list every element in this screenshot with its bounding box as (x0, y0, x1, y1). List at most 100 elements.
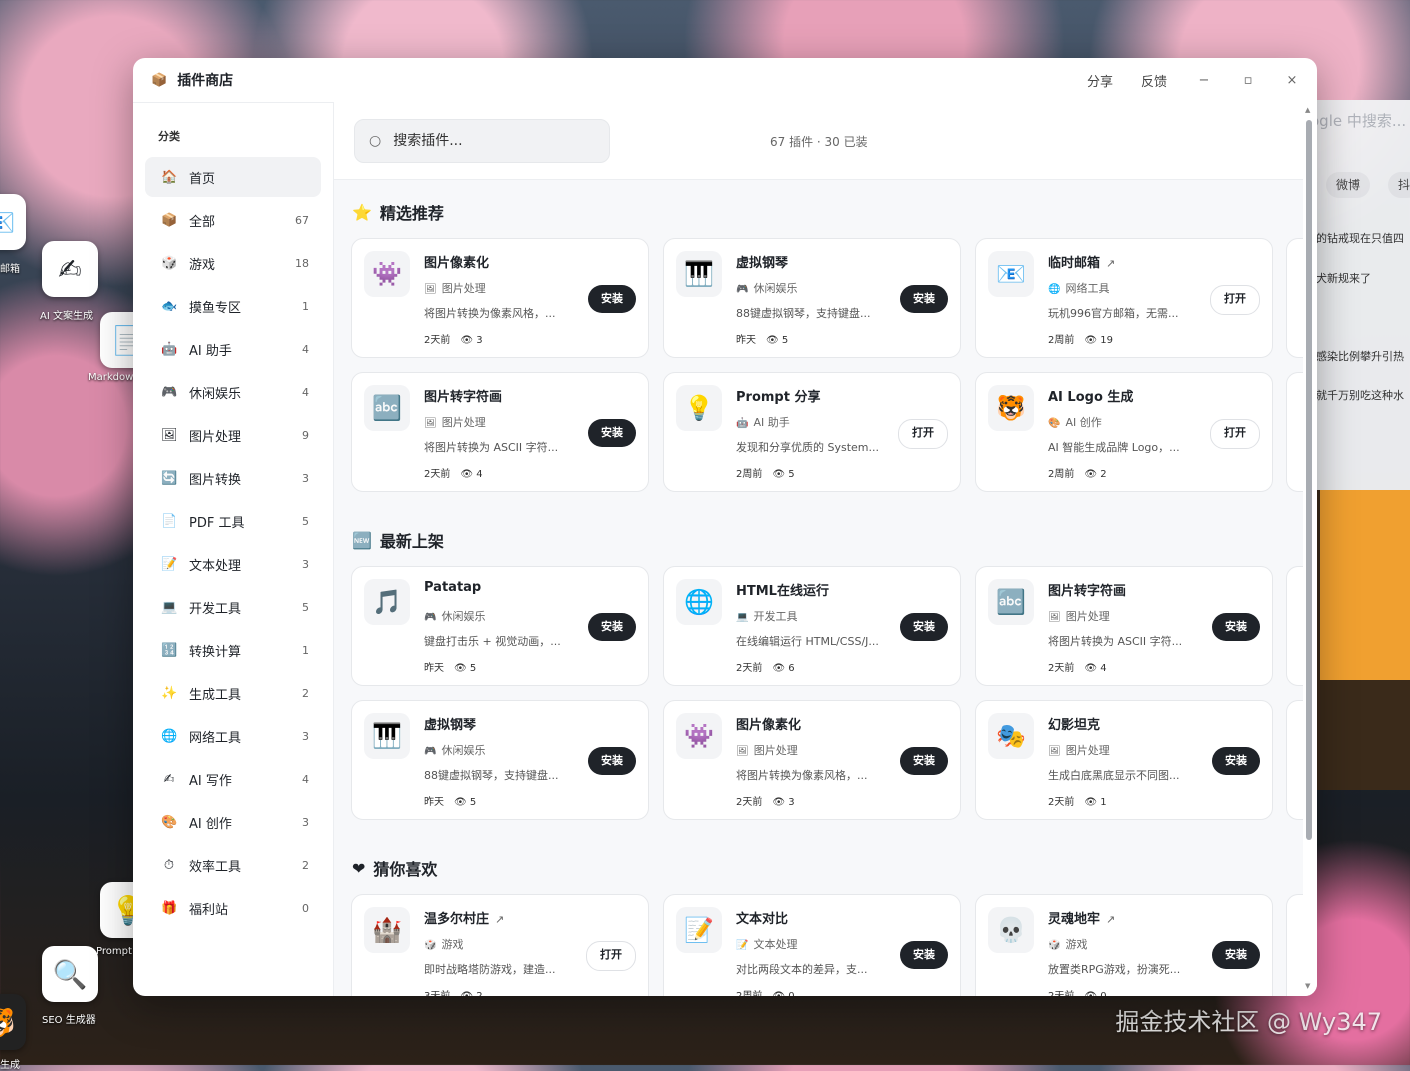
plugin-card-peek[interactable] (1286, 894, 1303, 996)
plugin-card[interactable]: 🎵 Patatap 🎮 休闲娱乐 键盘打击乐 + 视觉动画，... 昨天 👁 5 安装 (351, 566, 649, 686)
desktop-icon-seo[interactable]: 🔍 (42, 946, 98, 1002)
plugin-card[interactable]: 🐯 AI Logo 生成 🎨 AI 创作 AI 智能生成品牌 Logo，... 2周前 👁 … (975, 372, 1273, 492)
plugin-description: 88键虚拟钢琴，支持键盘... (736, 307, 871, 320)
plugin-card[interactable]: 🎭 幻影坦克 🖼 图片处理 生成白底黑底显示不同图... 2天前 👁 1 安装 (975, 700, 1273, 820)
sidebar-item[interactable]: 🖼 图片处理 9 (145, 415, 321, 455)
eye-icon: 👁 (1084, 797, 1101, 808)
plugin-name: HTML在线运行 (736, 580, 829, 599)
open-button[interactable]: 打开 (586, 941, 636, 971)
plugin-card-peek[interactable] (1286, 238, 1303, 358)
close-button[interactable]: × (1285, 73, 1299, 88)
plugin-card[interactable]: 📧 临时邮箱 ↗ 🌐 网络工具 玩机996官方邮箱，无需... 2周前 👁 19 打开 (975, 238, 1273, 358)
install-button[interactable]: 安装 (1212, 747, 1260, 775)
plugin-views: 2 (1100, 469, 1107, 480)
plugin-meta: 2天前 👁 4 (424, 465, 483, 480)
plugin-card[interactable]: 🎹 虚拟钢琴 🎮 休闲娱乐 88键虚拟钢琴，支持键盘... 昨天 👁 5 安装 (663, 238, 961, 358)
desktop-icon-logo[interactable]: 🐯 (0, 994, 26, 1050)
plugin-views: 5 (788, 469, 795, 480)
eye-icon: 👁 (1084, 663, 1101, 674)
desktop-label: AI 文案生成 (40, 311, 93, 322)
sidebar-item[interactable]: 🏠 首页 (145, 157, 321, 197)
sidebar-item[interactable]: 🌐 网络工具 3 (145, 716, 321, 756)
plugin-meta: 昨天 👁 5 (424, 659, 476, 674)
plugin-icon: 👾 (364, 251, 410, 297)
install-button[interactable]: 安装 (588, 613, 636, 641)
plugin-card[interactable]: 📝 文本对比 📝 文本处理对比两段文本的差异，支... 2周前 👁 0 安装 (663, 894, 961, 996)
sidebar-item[interactable]: 🐟 摸鱼专区 1 (145, 286, 321, 326)
eye-icon: 👁 (772, 469, 789, 480)
scrollbar-thumb[interactable] (1306, 120, 1312, 840)
sidebar-item[interactable]: 💻 开发工具 5 (145, 587, 321, 627)
plugin-card[interactable]: 👾 图片像素化 🖼 图片处理 将图片转换为像素风格，... 2天前 👁 3 安装 (351, 238, 649, 358)
install-button[interactable]: 安装 (900, 747, 948, 775)
plugin-name: Prompt 分享 (736, 386, 820, 405)
feedback-button[interactable]: 反馈 (1141, 71, 1167, 90)
search-input[interactable] (391, 132, 596, 150)
sidebar-item[interactable]: ⏱ 效率工具 2 (145, 845, 321, 885)
plugin-meta: 昨天 👁 5 (736, 331, 788, 346)
share-button[interactable]: 分享 (1087, 71, 1113, 90)
plugin-description: 即时战略塔防游戏，建造... (424, 963, 556, 976)
plugin-meta: 2天前 👁 3 (736, 793, 795, 808)
sidebar-item[interactable]: 📦 全部 67 (145, 200, 321, 240)
sidebar-item[interactable]: 🔢 转换计算 1 (145, 630, 321, 670)
sidebar-item[interactable]: 🔄 图片转换 3 (145, 458, 321, 498)
desktop-icon-mail[interactable]: 📧 (0, 194, 26, 250)
maximize-button[interactable]: ▫ (1241, 73, 1255, 88)
sidebar-item[interactable]: 📄 PDF 工具 5 (145, 501, 321, 541)
plugin-card[interactable]: 🔤 图片转字符画 🖼 图片处理 将图片转换为 ASCII 字符... 2天前 👁 4 安装 (351, 372, 649, 492)
open-button[interactable]: 打开 (1210, 285, 1260, 315)
scroll-up-icon[interactable]: ▲ (1305, 106, 1310, 114)
plugin-card-peek[interactable] (1286, 700, 1303, 820)
sidebar-item[interactable]: 📝 文本处理 3 (145, 544, 321, 584)
desktop-icon-ai-copy[interactable]: ✍ (42, 241, 98, 297)
sidebar-item-count: 0 (302, 901, 309, 915)
plugin-meta: 2天前 👁 3 (424, 331, 483, 346)
plugin-card[interactable]: 👾 图片像素化 🖼 图片处理 将图片转换为像素风格，... 2天前 👁 3 安装 (663, 700, 961, 820)
sidebar-item[interactable]: 🎨 AI 创作 3 (145, 802, 321, 842)
search-box[interactable]: ○ (354, 119, 610, 163)
plugin-card[interactable]: 💡 Prompt 分享 🤖 AI 助手 发现和分享优质的 System... 2周前 👁 5… (663, 372, 961, 492)
plugin-icon: 👾 (676, 713, 722, 759)
plugin-name-text: 图片转字符画 (1048, 584, 1127, 599)
open-button[interactable]: 打开 (1210, 419, 1260, 449)
open-button[interactable]: 打开 (898, 419, 948, 449)
plugin-description: 放置类RPG游戏，扮演死... (1048, 963, 1181, 976)
sidebar-item[interactable]: ✨ 生成工具 2 (145, 673, 321, 713)
plugin-category-label: 图片处理 (441, 282, 486, 295)
external-link-icon: ↗ (1106, 257, 1116, 270)
category-icon: 🖼 (161, 427, 178, 443)
plugin-icon: 📝 (676, 907, 722, 953)
install-button[interactable]: 安装 (1212, 613, 1260, 641)
sidebar-item[interactable]: ✍ AI 写作 4 (145, 759, 321, 799)
install-button[interactable]: 安装 (588, 419, 636, 447)
background-news-line: 犬新规来了 (1316, 272, 1371, 285)
sidebar-item[interactable]: 🎮 休闲娱乐 4 (145, 372, 321, 412)
scroll-down-icon[interactable]: ▼ (1305, 982, 1310, 990)
plugin-card[interactable]: 💀 灵魂地牢 ↗ 🎲 游戏放置类RPG游戏，扮演死... 2天前 👁 0 安装 (975, 894, 1273, 996)
plugin-card[interactable]: 🔤 图片转字符画 🖼 图片处理 将图片转换为 ASCII 字符... 2天前 👁 4 安装 (975, 566, 1273, 686)
sidebar-item-count: 1 (302, 643, 309, 657)
sidebar-item-label: 效率工具 (189, 859, 242, 875)
sidebar-item[interactable]: 🎲 游戏 18 (145, 243, 321, 283)
install-button[interactable]: 安装 (588, 747, 636, 775)
scrollbar[interactable]: ▲ ▼ (1303, 102, 1317, 996)
eye-icon: 👁 (1084, 991, 1100, 996)
plugin-card-peek[interactable] (1286, 372, 1303, 492)
install-button[interactable]: 安装 (588, 285, 636, 313)
plugin-card[interactable]: 🎹 虚拟钢琴 🎮 休闲娱乐 88键虚拟钢琴，支持键盘... 昨天 👁 5 安装 (351, 700, 649, 820)
plugin-card[interactable]: 🏰 温多尔村庄 ↗ 🎲 游戏即时战略塔防游戏，建造... 3天前 👁 2 打开 (351, 894, 649, 996)
sidebar-item[interactable]: 🎁 福利站 0 (145, 888, 321, 928)
category-icon: 🖼 (1048, 746, 1061, 757)
install-button[interactable]: 安装 (1212, 941, 1260, 969)
sidebar-item[interactable]: 🤖 AI 助手 4 (145, 329, 321, 369)
minimize-button[interactable]: − (1197, 73, 1211, 88)
install-button[interactable]: 安装 (900, 941, 948, 969)
install-button[interactable]: 安装 (900, 285, 948, 313)
plugin-card-peek[interactable] (1286, 566, 1303, 686)
install-button[interactable]: 安装 (900, 613, 948, 641)
plugin-card[interactable]: 🌐 HTML在线运行 💻 开发工具 在线编辑运行 HTML/CSS/J... 2天前 👁 6… (663, 566, 961, 686)
plugin-views: 5 (469, 663, 477, 674)
title-bar: 📦 插件商店 分享 反馈 − ▫ × (133, 58, 1317, 103)
plugin-name-text: Patatap (424, 580, 482, 595)
